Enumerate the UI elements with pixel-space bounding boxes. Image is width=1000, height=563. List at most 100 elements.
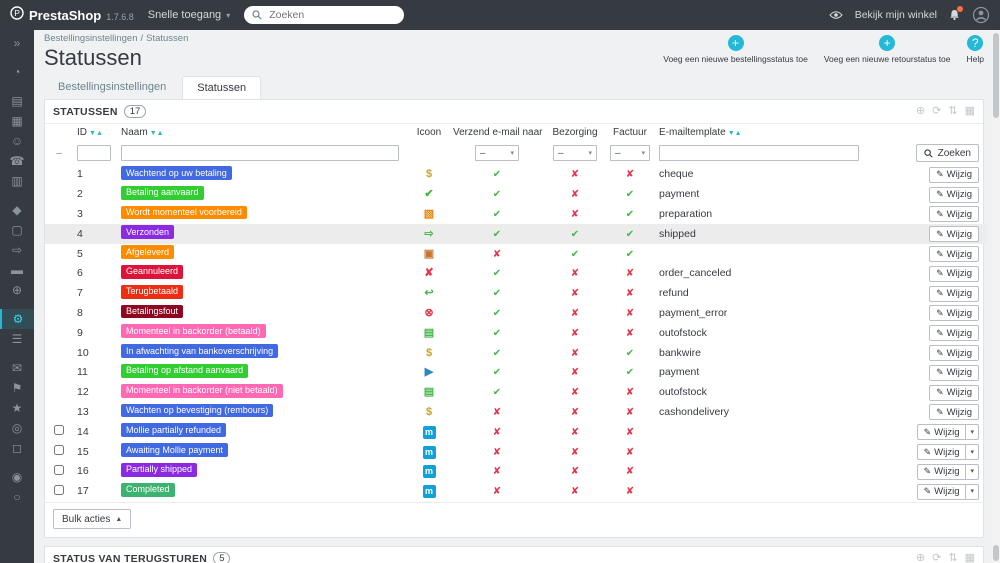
sort-tool-icon[interactable]: ⇅: [948, 106, 957, 117]
add-order-status-button[interactable]: + Voeg een nieuwe bestellingsstatus toe: [663, 35, 808, 64]
actions-cell: ✎ Wijzig: [867, 343, 987, 363]
edit-button[interactable]: ✎ Wijzig: [918, 465, 966, 479]
grid-icon[interactable]: ▦: [965, 553, 975, 563]
search-input[interactable]: [267, 8, 397, 22]
edit-button[interactable]: ✎ Wijzig: [930, 386, 978, 400]
add-icon[interactable]: ⊕: [916, 106, 925, 117]
edit-button[interactable]: ✎ Wijzig: [918, 425, 966, 439]
search-button[interactable]: Zoeken: [915, 144, 979, 162]
edit-button[interactable]: ✎ Wijzig: [930, 287, 978, 301]
modules-icon: ◆: [12, 203, 22, 217]
invoice-cell: ✘: [605, 383, 655, 403]
sidebar-item-shop-parameters[interactable]: ⚙: [0, 309, 34, 329]
filter-name-input[interactable]: [121, 145, 400, 161]
pencil-icon: ✎: [936, 347, 944, 358]
edit-button[interactable]: ✎ Wijzig: [930, 188, 978, 202]
sidebar-item-stats[interactable]: ▥: [0, 171, 34, 191]
no-icon: ✘: [570, 486, 580, 498]
edit-dropdown-toggle[interactable]: ▾: [965, 484, 978, 499]
bulk-actions-button[interactable]: Bulk acties ▲: [53, 509, 132, 530]
edit-button[interactable]: ✎ Wijzig: [930, 346, 978, 360]
edit-button[interactable]: ✎ Wijzig: [930, 247, 978, 261]
refresh-icon[interactable]: ⟳: [932, 106, 941, 117]
sidebar-item-advanced-parameters[interactable]: ☰: [0, 329, 34, 349]
sort-asc-icon: ▲: [95, 130, 103, 137]
filter-id-input[interactable]: [77, 145, 111, 161]
edit-button[interactable]: ✎ Wijzig: [930, 366, 978, 380]
sidebar-item-module-dot[interactable]: ◉: [0, 467, 34, 487]
edit-button[interactable]: ✎ Wijzig: [930, 227, 978, 241]
edit-dropdown-toggle[interactable]: ▾: [965, 464, 978, 479]
row-checkbox[interactable]: [54, 484, 64, 495]
sidebar-item-module-target[interactable]: ◎: [0, 418, 34, 438]
email-template: preparation: [659, 207, 713, 220]
sidebar-item-module-mail[interactable]: ✉: [0, 358, 34, 378]
breadcrumb-parent[interactable]: Bestellingsinstellingen: [44, 33, 137, 44]
sort-icons[interactable]: ▼▲: [89, 130, 103, 137]
bell-icon[interactable]: [949, 6, 963, 21]
scrollbar[interactable]: [992, 30, 1000, 563]
grid-icon[interactable]: ▦: [965, 106, 975, 117]
edit-button[interactable]: ✎ Wijzig: [918, 445, 966, 459]
sidebar-item-catalog[interactable]: ▦: [0, 111, 34, 131]
edit-button-group: ✎ Wijzig: [929, 265, 979, 282]
edit-dropdown-toggle[interactable]: ▾: [965, 445, 978, 460]
scrollbar-thumb[interactable]: [993, 33, 999, 118]
row-checkbox[interactable]: [54, 464, 64, 475]
sidebar-group: ◔: [0, 62, 34, 82]
sidebar-item-customer-service[interactable]: ☎: [0, 151, 34, 171]
table-row: 7 Terugbetaald ↩ ✔ ✘ ✘ refund ✎ Wijzig: [45, 284, 987, 304]
refresh-icon[interactable]: ⟳: [932, 553, 941, 563]
tab-statussen[interactable]: Statussen: [182, 76, 262, 99]
status-badge: Afgeleverd: [121, 245, 175, 259]
sidebar-item-dashboard[interactable]: ◔: [0, 62, 34, 82]
help-button[interactable]: ? Help: [967, 35, 984, 64]
edit-button[interactable]: ✎ Wijzig: [930, 306, 978, 320]
select-value: –: [615, 147, 621, 159]
sort-icons[interactable]: ▼▲: [728, 130, 742, 137]
no-icon: ✘: [570, 307, 580, 319]
view-shop-link[interactable]: Bekijk mijn winkel: [855, 9, 937, 21]
pencil-icon: ✎: [923, 466, 932, 477]
quick-access-menu[interactable]: Snelle toegang ▾: [148, 9, 230, 21]
sidebar-item-modules[interactable]: ◆: [0, 200, 34, 220]
sidebar-item-module-ring[interactable]: ○: [0, 487, 34, 507]
sort-icons[interactable]: ▼▲: [150, 130, 164, 137]
edit-button[interactable]: ✎ Wijzig: [930, 168, 978, 182]
add-icon[interactable]: ⊕: [916, 553, 925, 563]
sidebar-item-design[interactable]: ▢: [0, 220, 34, 240]
edit-dropdown-toggle[interactable]: ▾: [965, 425, 978, 440]
filter-invoice-select[interactable]: – ▾: [610, 145, 650, 161]
edit-label: Wijzig: [946, 327, 972, 339]
edit-label: Wijzig: [946, 387, 972, 399]
sidebar-item-menu-collapse[interactable]: »: [0, 33, 34, 53]
email-cell: ✔: [449, 284, 545, 304]
sidebar-item-shipping[interactable]: ⇨: [0, 240, 34, 260]
sidebar-item-module-flag[interactable]: ⚑: [0, 378, 34, 398]
edit-button[interactable]: ✎ Wijzig: [930, 207, 978, 221]
edit-button[interactable]: ✎ Wijzig: [918, 485, 966, 499]
sidebar-item-payment[interactable]: ▬: [0, 260, 34, 280]
sidebar-item-module-square[interactable]: ◻: [0, 438, 34, 458]
sidebar-item-international[interactable]: ⊕: [0, 280, 34, 300]
row-checkbox[interactable]: [54, 425, 64, 436]
sort-tool-icon[interactable]: ⇅: [948, 553, 957, 563]
edit-button[interactable]: ✎ Wijzig: [930, 326, 978, 340]
edit-button[interactable]: ✎ Wijzig: [930, 267, 978, 281]
select-value: –: [480, 147, 486, 159]
sidebar-item-orders[interactable]: ▤: [0, 91, 34, 111]
brand[interactable]: P PrestaShop 1.7.6.8: [10, 5, 134, 25]
row-checkbox[interactable]: [54, 445, 64, 456]
avatar[interactable]: [972, 6, 990, 24]
add-return-status-button[interactable]: + Voeg een nieuwe retourstatus toe: [824, 35, 951, 64]
bulk-actions-row: Bulk acties ▲: [45, 501, 983, 538]
sidebar-item-customers[interactable]: ☺: [0, 131, 34, 151]
filter-email-select[interactable]: – ▾: [475, 145, 519, 161]
sidebar-item-module-star[interactable]: ★: [0, 398, 34, 418]
scrollbar-thumb[interactable]: [993, 545, 999, 561]
filter-delivery-select[interactable]: – ▾: [553, 145, 597, 161]
filter-template-input[interactable]: [659, 145, 859, 161]
edit-button[interactable]: ✎ Wijzig: [930, 405, 978, 419]
tab-bestellingsinstellingen[interactable]: Bestellingsinstellingen: [44, 76, 180, 99]
email-cell: ✔: [449, 363, 545, 383]
